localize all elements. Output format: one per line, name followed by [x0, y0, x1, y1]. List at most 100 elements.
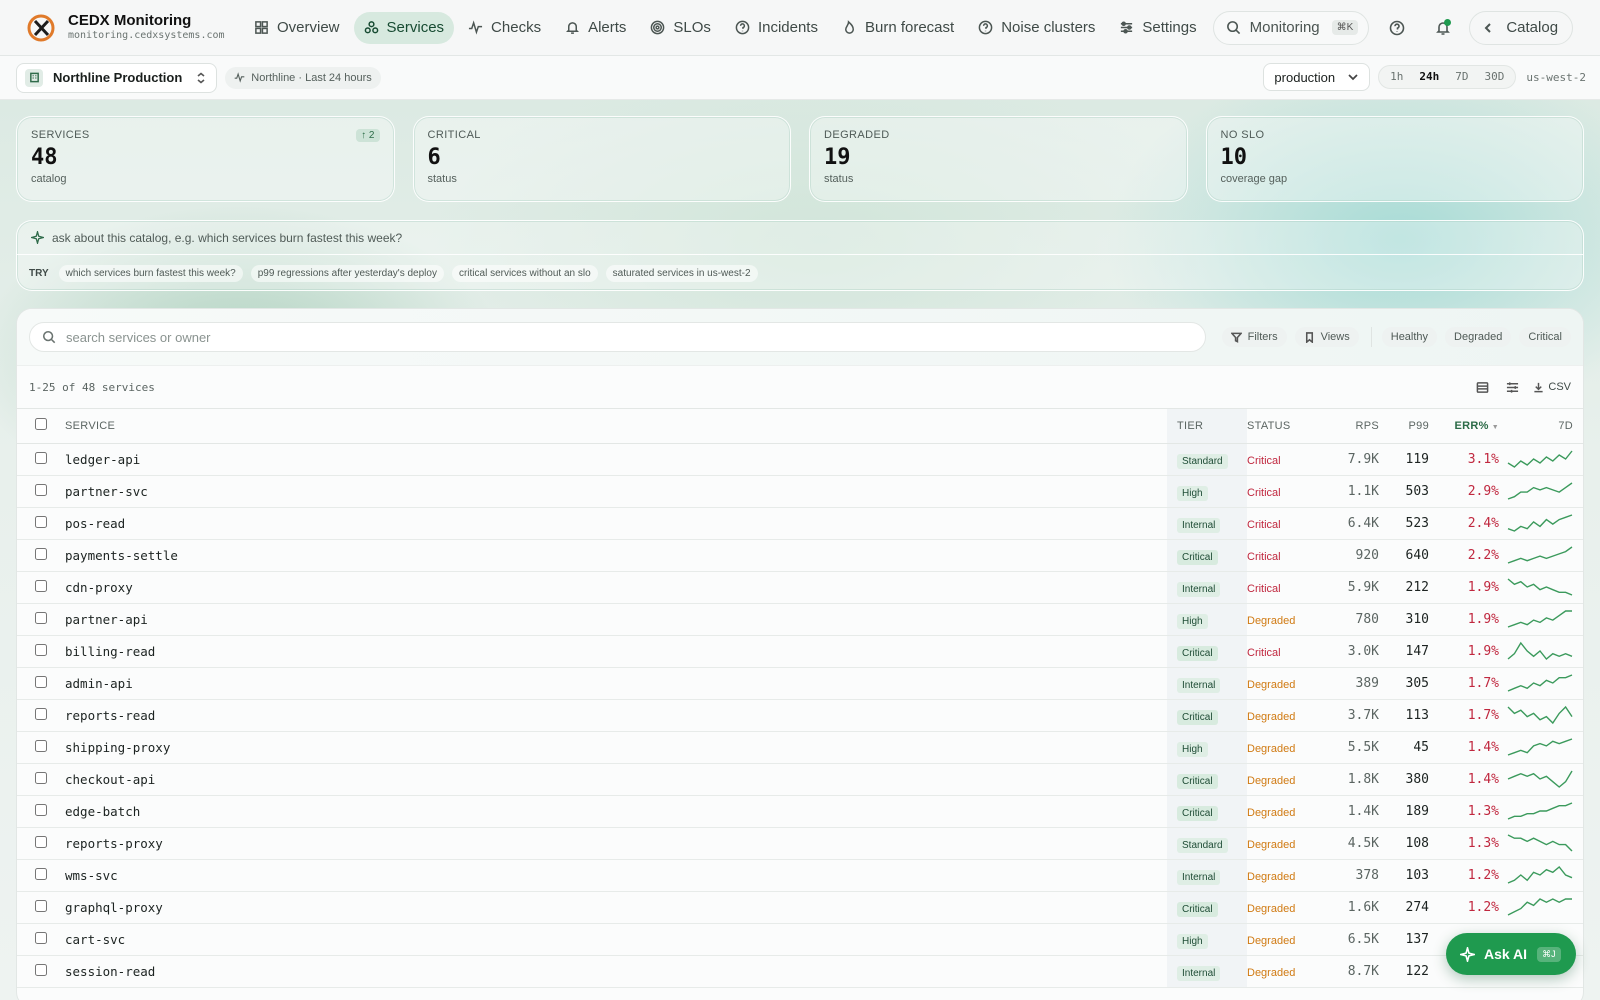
stat-card-degraded[interactable]: DEGRADED 19 status — [809, 116, 1188, 202]
table-row[interactable]: partner-svc High Critical 1.1K 503 2.9% — [17, 475, 1583, 508]
column-7d[interactable]: 7D — [1507, 409, 1583, 444]
service-name[interactable]: cdn-proxy — [65, 580, 133, 595]
range-7d[interactable]: 7D — [1447, 67, 1476, 87]
range-1h[interactable]: 1h — [1382, 67, 1411, 87]
filter-degraded[interactable]: Degraded — [1445, 327, 1512, 347]
row-checkbox[interactable] — [35, 515, 47, 528]
stat-card-critical[interactable]: CRITICAL 6 status — [412, 116, 791, 202]
service-name[interactable]: billing-read — [65, 644, 155, 659]
table-row[interactable]: partner-api High Degraded 780 310 1.9% — [17, 603, 1583, 636]
row-checkbox[interactable] — [35, 675, 47, 688]
table-row[interactable]: cart-svc High Degraded 6.5K 137 — [17, 923, 1583, 956]
table-row[interactable]: checkout-api Critical Degraded 1.8K 380 1.4% — [17, 763, 1583, 796]
column-status[interactable]: STATUS — [1247, 409, 1323, 444]
table-row[interactable]: payments-settle Critical Critical 920 640 2.2… — [17, 539, 1583, 572]
column-p99[interactable]: P99 — [1387, 409, 1433, 444]
brand[interactable]: CEDX Monitoring monitoring.cedxsystems.c… — [26, 13, 236, 43]
nav-services[interactable]: Services — [353, 11, 455, 44]
range-24h[interactable]: 24h — [1411, 67, 1447, 87]
filter-critical[interactable]: Critical — [1519, 327, 1571, 347]
nav-settings[interactable]: Settings — [1109, 12, 1206, 44]
nav-noise-clusters[interactable]: Noise clusters — [968, 12, 1105, 44]
download-icon — [1534, 382, 1543, 392]
column-tier[interactable]: TIER — [1167, 409, 1247, 444]
service-name[interactable]: session-read — [65, 964, 155, 979]
select-all-checkbox[interactable] — [35, 418, 47, 431]
table-row[interactable]: session-read Internal Degraded 8.7K 122 — [17, 955, 1583, 988]
service-name[interactable]: shipping-proxy — [65, 740, 170, 755]
service-name[interactable]: edge-batch — [65, 804, 140, 819]
table-row[interactable]: pos-read Internal Critical 6.4K 523 2.4% — [17, 507, 1583, 540]
row-checkbox[interactable] — [35, 451, 47, 464]
filter-healthy[interactable]: Healthy — [1381, 327, 1438, 347]
table-row[interactable]: shipping-proxy High Degraded 5.5K 45 1.4% — [17, 731, 1583, 764]
row-checkbox[interactable] — [35, 579, 47, 592]
table-row[interactable]: admin-api Internal Degraded 389 305 1.7% — [17, 667, 1583, 700]
row-checkbox[interactable] — [35, 483, 47, 496]
nav-checks[interactable]: Checks — [458, 12, 551, 44]
row-checkbox[interactable] — [35, 835, 47, 848]
rps-value: 8.7K — [1323, 955, 1387, 988]
row-checkbox[interactable] — [35, 963, 47, 976]
ask-input[interactable]: ask about this catalog, e.g. which servi… — [17, 221, 1583, 255]
suggestion-chip[interactable]: saturated services in us-west-2 — [605, 264, 758, 282]
table-row[interactable]: cdn-proxy Internal Critical 5.9K 212 1.9% — [17, 571, 1583, 604]
row-checkbox[interactable] — [35, 547, 47, 560]
service-name[interactable]: ledger-api — [65, 452, 140, 467]
suggestion-chip[interactable]: which services burn fastest this week? — [58, 264, 243, 282]
row-checkbox[interactable] — [35, 931, 47, 944]
environment-select[interactable]: production — [1263, 63, 1371, 91]
service-name[interactable]: reports-read — [65, 708, 155, 723]
filters-button[interactable]: Filters — [1221, 327, 1287, 347]
views-button[interactable]: Views — [1294, 327, 1359, 347]
nav-alerts[interactable]: Alerts — [555, 12, 636, 44]
service-name[interactable]: cart-svc — [65, 932, 125, 947]
nav-burn-forecast[interactable]: Burn forecast — [832, 12, 964, 44]
column-service[interactable]: SERVICE — [65, 409, 1167, 444]
stat-card-services[interactable]: SERVICES 48 catalog ↑ 2 — [16, 116, 395, 202]
nav-incidents[interactable]: Incidents — [725, 12, 828, 44]
row-checkbox[interactable] — [35, 611, 47, 624]
table-row[interactable]: wms-svc Internal Degraded 378 103 1.2% — [17, 859, 1583, 892]
global-search[interactable]: Monitoring ⌘K — [1212, 10, 1370, 45]
table-row[interactable]: reports-read Critical Degraded 3.7K 113 1.7% — [17, 699, 1583, 732]
service-name[interactable]: pos-read — [65, 516, 125, 531]
column-rps[interactable]: RPS — [1323, 409, 1387, 444]
density-button[interactable] — [1467, 375, 1497, 399]
suggestion-chip[interactable]: p99 regressions after yesterday's deploy — [250, 264, 444, 282]
table-row[interactable]: reports-proxy Standard Degraded 4.5K 108 1.3% — [17, 827, 1583, 860]
table-row[interactable]: ledger-api Standard Critical 7.9K 119 3.1% — [17, 443, 1583, 476]
csv-export-button[interactable]: CSV — [1533, 381, 1571, 393]
column-err[interactable]: ERR% ▼ — [1433, 409, 1507, 444]
table-row[interactable]: graphql-proxy Critical Degraded 1.6K 274 1.2% — [17, 891, 1583, 924]
service-name[interactable]: reports-proxy — [65, 836, 163, 851]
service-name[interactable]: graphql-proxy — [65, 900, 163, 915]
stat-card-no-slo[interactable]: NO SLO 10 coverage gap — [1205, 116, 1584, 202]
row-checkbox[interactable] — [35, 707, 47, 720]
service-name[interactable]: admin-api — [65, 676, 133, 691]
service-search-input[interactable]: search services or owner — [29, 322, 1206, 352]
row-checkbox[interactable] — [35, 739, 47, 752]
row-checkbox[interactable] — [35, 643, 47, 656]
nav-slos[interactable]: SLOs — [640, 12, 721, 44]
table-row[interactable]: billing-read Critical Critical 3.0K 147 1.9% — [17, 635, 1583, 668]
notifications-button[interactable] — [1423, 11, 1463, 45]
row-checkbox[interactable] — [35, 899, 47, 912]
catalog-button[interactable]: Catalog — [1469, 10, 1574, 45]
nav-overview[interactable]: Overview — [244, 12, 350, 44]
service-name[interactable]: checkout-api — [65, 772, 155, 787]
row-checkbox[interactable] — [35, 771, 47, 784]
org-selector[interactable]: Northline Production — [16, 62, 218, 93]
service-name[interactable]: payments-settle — [65, 548, 178, 563]
row-checkbox[interactable] — [35, 867, 47, 880]
suggestion-chip[interactable]: critical services without an slo — [451, 264, 598, 282]
row-checkbox[interactable] — [35, 803, 47, 816]
service-name[interactable]: partner-svc — [65, 484, 148, 499]
columns-button[interactable] — [1497, 375, 1527, 399]
range-30d[interactable]: 30D — [1477, 67, 1513, 87]
service-name[interactable]: wms-svc — [65, 868, 118, 883]
help-button[interactable] — [1377, 11, 1417, 45]
table-row[interactable]: edge-batch Critical Degraded 1.4K 189 1.3% — [17, 795, 1583, 828]
ask-ai-button[interactable]: Ask AI ⌘J — [1446, 933, 1576, 975]
service-name[interactable]: partner-api — [65, 612, 148, 627]
